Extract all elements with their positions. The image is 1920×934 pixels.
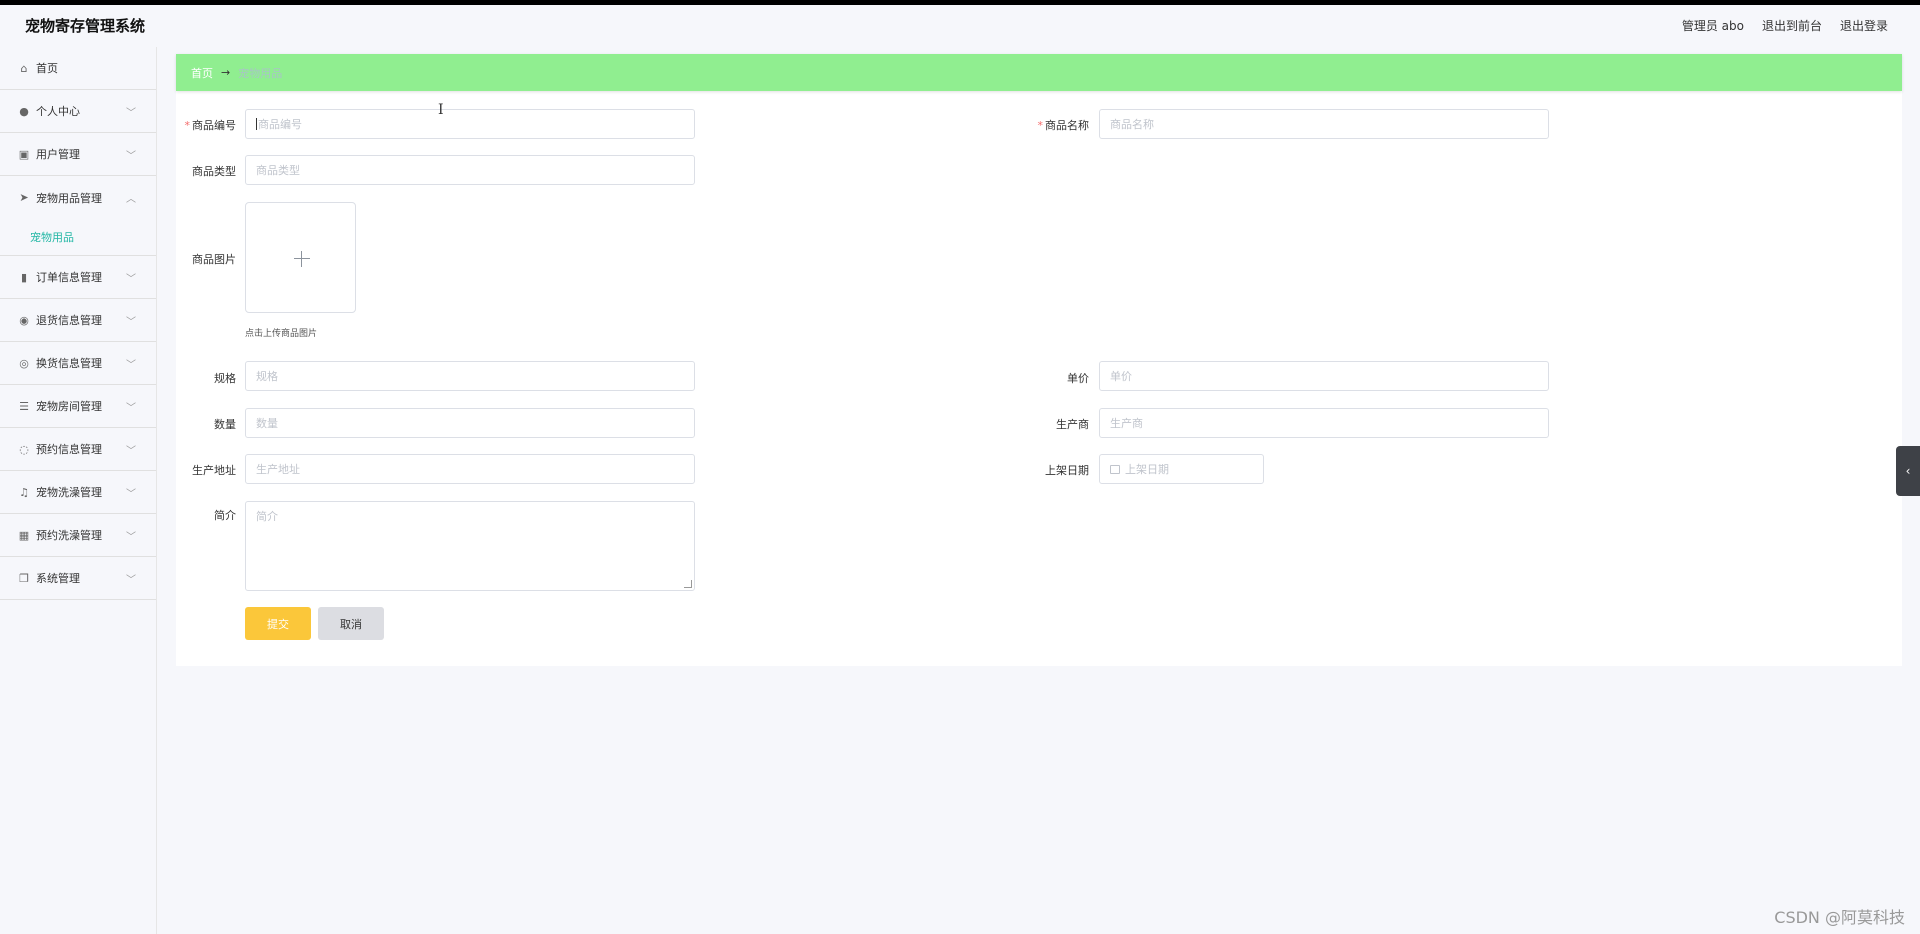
text-cursor-icon: I [438, 102, 444, 118]
listing-date-input[interactable]: 上架日期 [1099, 454, 1264, 484]
calendar-icon [1110, 464, 1120, 474]
intro-label: 简介 [214, 509, 236, 522]
send-icon: ➤ [19, 191, 29, 204]
copy-icon: ❐ [19, 571, 29, 585]
sidebar-subitem-pet-supplies[interactable]: 宠物用品 [0, 219, 156, 256]
chevron-down-icon: ﹀ [126, 317, 136, 328]
app-header: 宠物寄存管理系统 管理员 abo 退出到前台 退出登录 [0, 5, 1920, 47]
chevron-down-icon: ﹀ [126, 575, 136, 586]
sidebar-item-label: 个人中心 [36, 105, 80, 118]
sidebar-item-system[interactable]: ❐ 系统管理 ﹀ [0, 557, 156, 600]
product-name-label: * 商品名称 [1037, 119, 1090, 132]
sidebar-item-label: 用户管理 [36, 148, 80, 161]
product-code-input[interactable]: 商品编号 [245, 109, 695, 139]
breadcrumb-arrow: → [221, 66, 231, 79]
quantity-label: 数量 [214, 418, 236, 431]
chevron-down-icon: ﹀ [126, 360, 136, 371]
chevron-down-icon: ﹀ [126, 532, 136, 543]
user-icon: ● [19, 104, 29, 118]
product-name-input[interactable]: 商品名称 [1099, 109, 1549, 139]
chevron-left-icon: ‹ [1905, 464, 1911, 478]
chevron-down-icon: ﹀ [126, 274, 136, 285]
watermark: CSDN @阿莫科技 [1774, 908, 1905, 927]
upload-hint: 点击上传商品图片 [245, 329, 318, 339]
product-type-label: 商品类型 [192, 165, 236, 178]
sidebar-item-label: 订单信息管理 [36, 271, 102, 284]
sidebar: ⌂ 首页 ● 个人中心 ﹀ ▣ 用户管理 ﹀ ➤ 宠物用品管理 ︿ 宠物用品 ▮… [0, 47, 157, 934]
address-input[interactable]: 生产地址 [245, 454, 695, 484]
cancel-button[interactable]: 取消 [318, 607, 384, 640]
logout-link[interactable]: 退出登录 [1840, 17, 1888, 34]
sidebar-item-label: 系统管理 [36, 572, 80, 585]
sliders-icon: ☰ [19, 399, 29, 413]
listing-date-label: 上架日期 [1045, 464, 1089, 477]
sidebar-item-label: 宠物用品管理 [36, 191, 102, 205]
grid-icon: ▦ [18, 528, 30, 542]
sidebar-item-orders[interactable]: ▮ 订单信息管理 ﹀ [0, 256, 156, 299]
circle-icon: ◌ [19, 442, 29, 456]
product-image-label: 商品图片 [192, 253, 236, 266]
bell-icon: ♫ [19, 485, 29, 499]
spec-input[interactable]: 规格 [245, 361, 695, 391]
chevron-down-icon: ﹀ [126, 489, 136, 500]
chevron-down-icon: ﹀ [126, 403, 136, 414]
chevron-down-icon: ﹀ [126, 446, 136, 457]
location-icon: ◉ [19, 313, 29, 327]
clipboard-icon: ▣ [18, 147, 30, 161]
sidebar-item-label: 换货信息管理 [36, 357, 102, 370]
sidebar-item-bath-reservations[interactable]: ▦ 预约洗澡管理 ﹀ [0, 514, 156, 557]
sidebar-item-label: 宠物房间管理 [36, 400, 102, 413]
submit-button[interactable]: 提交 [245, 607, 311, 640]
sidebar-item-home[interactable]: ⌂ 首页 [0, 47, 156, 90]
spec-label: 规格 [214, 372, 236, 385]
breadcrumb: 首页 → 宠物用品 [176, 54, 1902, 91]
sidebar-item-exchanges[interactable]: ◎ 换货信息管理 ﹀ [0, 342, 156, 385]
intro-textarea[interactable]: 简介 [245, 501, 695, 591]
sidebar-item-label: 首页 [36, 62, 58, 75]
sidebar-item-rooms[interactable]: ☰ 宠物房间管理 ﹀ [0, 385, 156, 428]
chart-icon: ▮ [20, 270, 28, 284]
plus-icon [294, 251, 310, 267]
exit-to-frontend-link[interactable]: 退出到前台 [1762, 17, 1822, 34]
app-title: 宠物寄存管理系统 [25, 17, 146, 35]
sidebar-item-label: 宠物洗澡管理 [36, 486, 102, 499]
quantity-input[interactable]: 数量 [245, 408, 695, 438]
admin-label: 管理员 abo [1681, 19, 1744, 33]
sidebar-item-returns[interactable]: ◉ 退货信息管理 ﹀ [0, 299, 156, 342]
home-icon: ⌂ [20, 61, 28, 75]
breadcrumb-home[interactable]: 首页 [191, 65, 213, 81]
chevron-down-icon: ﹀ [126, 151, 136, 162]
chevron-up-icon: ︿ [126, 194, 136, 205]
sidebar-item-label: 预约信息管理 [36, 443, 102, 456]
resize-handle-icon[interactable] [684, 580, 692, 588]
address-label: 生产地址 [192, 464, 236, 477]
header-actions: 管理员 abo 退出到前台 退出登录 [1682, 17, 1888, 34]
sidebar-item-bathing[interactable]: ♫ 宠物洗澡管理 ﹀ [0, 471, 156, 514]
sidebar-item-personal[interactable]: ● 个人中心 ﹀ [0, 90, 156, 133]
sidebar-item-pet-supplies[interactable]: ➤ 宠物用品管理 ︿ [0, 176, 156, 219]
sidebar-item-label: 退货信息管理 [36, 314, 102, 327]
chevron-down-icon: ﹀ [126, 108, 136, 119]
price-input[interactable]: 单价 [1099, 361, 1549, 391]
breadcrumb-current: 宠物用品 [238, 66, 283, 80]
side-panel-toggle[interactable]: ‹ [1896, 446, 1920, 496]
compass-icon: ◎ [19, 356, 29, 370]
price-label: 单价 [1067, 372, 1089, 385]
product-code-label: * 商品编号 [184, 119, 237, 132]
manufacturer-input[interactable]: 生产商 [1099, 408, 1549, 438]
image-upload-box[interactable] [245, 202, 356, 313]
product-type-input[interactable]: 商品类型 [245, 155, 695, 185]
sidebar-item-reservations[interactable]: ◌ 预约信息管理 ﹀ [0, 428, 156, 471]
sidebar-item-label: 预约洗澡管理 [36, 529, 102, 542]
sidebar-item-users[interactable]: ▣ 用户管理 ﹀ [0, 133, 156, 176]
manufacturer-label: 生产商 [1056, 418, 1089, 431]
